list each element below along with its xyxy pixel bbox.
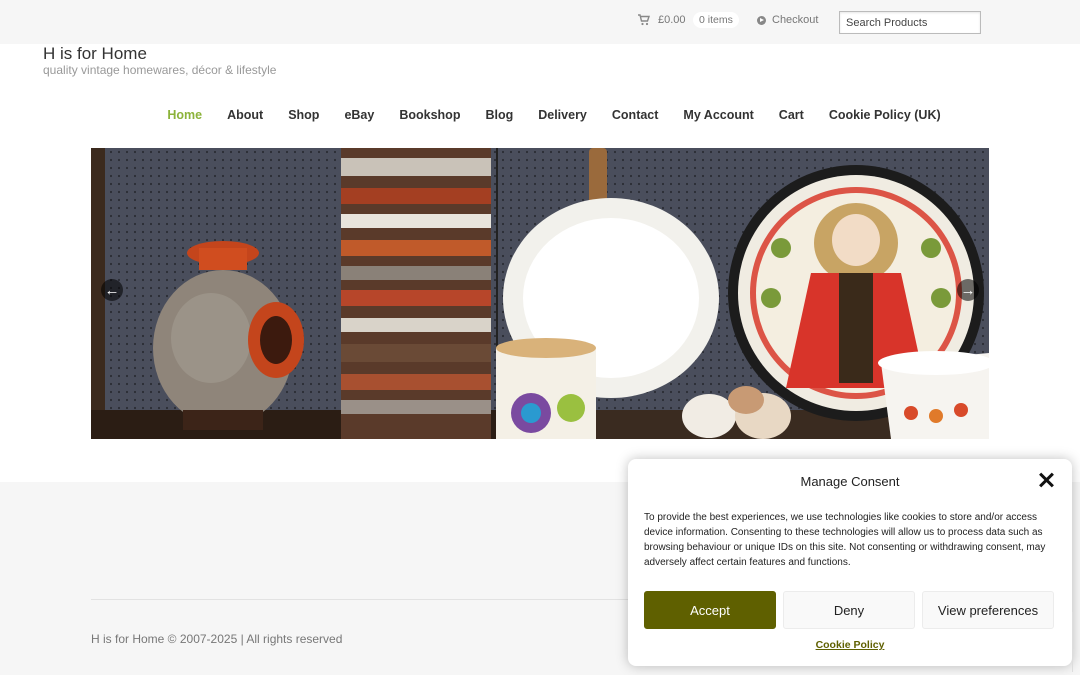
view-preferences-button[interactable]: View preferences bbox=[922, 591, 1054, 629]
checkout-label: Checkout bbox=[772, 14, 819, 26]
nav-item-contact[interactable]: Contact bbox=[612, 108, 659, 122]
search-input[interactable] bbox=[839, 11, 981, 34]
cart-amount: £0.00 bbox=[658, 14, 686, 26]
nav-item-my-account[interactable]: My Account bbox=[683, 108, 753, 122]
arrow-left-icon[interactable]: ← bbox=[101, 279, 123, 301]
nav-item-ebay[interactable]: eBay bbox=[344, 108, 374, 122]
accept-button[interactable]: Accept bbox=[644, 591, 776, 629]
site-tagline: quality vintage homewares, décor & lifes… bbox=[43, 63, 277, 77]
slider-image bbox=[91, 148, 989, 439]
nav-item-cart[interactable]: Cart bbox=[779, 108, 804, 122]
nav-item-delivery[interactable]: Delivery bbox=[538, 108, 587, 122]
arrow-right-icon[interactable]: → bbox=[957, 279, 979, 301]
nav-item-about[interactable]: About bbox=[227, 108, 263, 122]
nav-item-shop[interactable]: Shop bbox=[288, 108, 319, 122]
nav-item-bookshop[interactable]: Bookshop bbox=[399, 108, 460, 122]
footer-copyright: H is for Home © 2007-2025 | All rights r… bbox=[91, 632, 343, 646]
scroll-edge bbox=[1072, 612, 1080, 672]
close-icon[interactable] bbox=[1038, 472, 1054, 488]
cart-link[interactable]: £0.00 bbox=[638, 14, 686, 26]
cart-items-count[interactable]: 0 items bbox=[693, 12, 739, 28]
main-nav: Home About Shop eBay Bookshop Blog Deliv… bbox=[0, 108, 1080, 122]
arrow-circle-icon bbox=[757, 15, 766, 25]
consent-body-text: To provide the best experiences, we use … bbox=[644, 512, 1046, 568]
nav-item-cookie-policy[interactable]: Cookie Policy (UK) bbox=[829, 108, 941, 122]
cookie-policy-link[interactable]: Cookie Policy bbox=[628, 639, 1072, 651]
top-bar: £0.00 0 items Checkout bbox=[0, 0, 1080, 44]
shopping-cart-icon bbox=[638, 14, 650, 26]
checkout-link[interactable]: Checkout bbox=[757, 14, 818, 26]
nav-item-blog[interactable]: Blog bbox=[485, 108, 513, 122]
deny-button[interactable]: Deny bbox=[783, 591, 915, 629]
image-slider: ← → bbox=[91, 148, 989, 439]
nav-item-home[interactable]: Home bbox=[167, 108, 202, 122]
site-title[interactable]: H is for Home bbox=[43, 44, 147, 64]
site-header: H is for Home quality vintage homewares,… bbox=[0, 44, 1080, 482]
consent-title: Manage Consent bbox=[800, 474, 900, 489]
consent-dialog: Manage Consent To provide the best exper… bbox=[628, 459, 1072, 666]
